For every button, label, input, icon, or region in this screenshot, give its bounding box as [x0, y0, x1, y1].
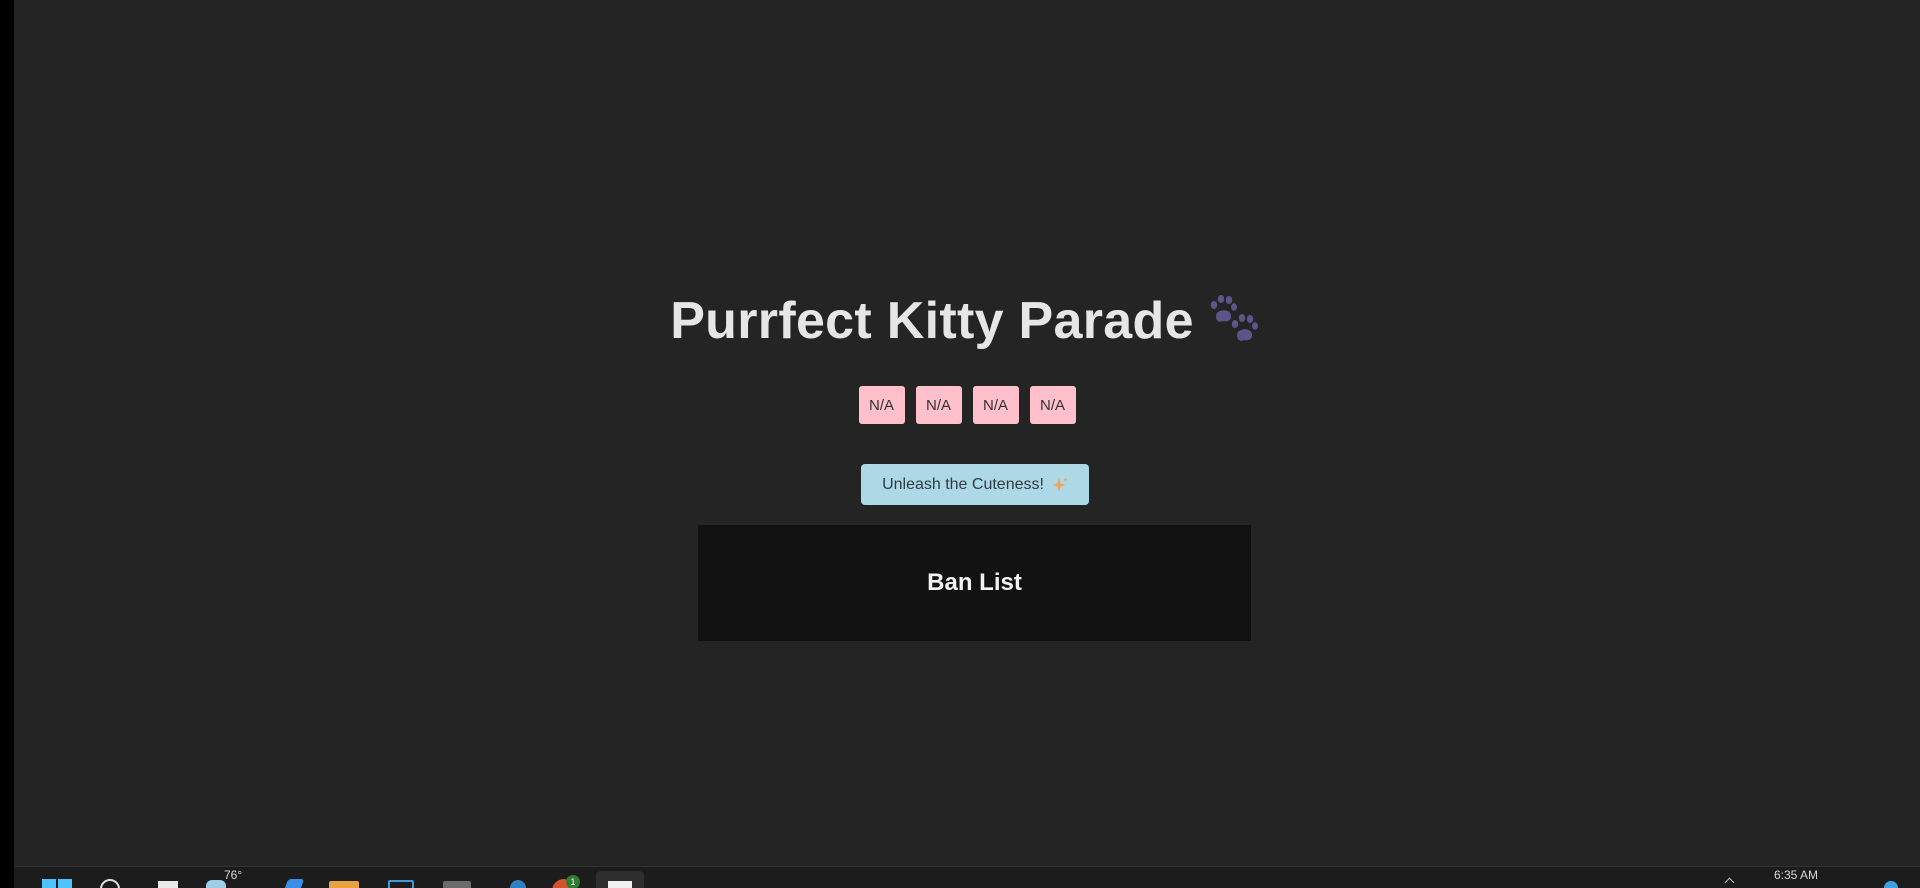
- terminal-icon[interactable]: [596, 871, 644, 888]
- file-explorer-icon[interactable]: [329, 881, 359, 888]
- ban-list-title: Ban List: [927, 569, 1022, 596]
- windows-start-icon[interactable]: [42, 879, 72, 888]
- remote-desktop-icon[interactable]: [388, 880, 414, 888]
- attribute-button[interactable]: N/A: [972, 386, 1019, 424]
- page-title: Purrfect Kitty Parade: [14, 288, 1920, 354]
- chevron-up-icon[interactable]: [1724, 877, 1735, 888]
- attribute-button[interactable]: N/A: [1029, 386, 1076, 424]
- paw-prints-icon: [1208, 294, 1264, 344]
- attribute-button[interactable]: N/A: [915, 386, 962, 424]
- clock[interactable]: 6:35 AM: [1774, 868, 1818, 882]
- notification-icon[interactable]: [1884, 881, 1898, 888]
- attribute-button[interactable]: N/A: [858, 386, 905, 424]
- sparkle-icon: [1051, 477, 1068, 493]
- app-icon[interactable]: [443, 881, 471, 888]
- screen: Purrfect Kitty Parade N/A N/A N/A N/A Un…: [0, 0, 1920, 888]
- browser-icon[interactable]: [283, 879, 305, 888]
- discover-button[interactable]: Unleash the Cuteness!: [861, 464, 1089, 505]
- weather-icon[interactable]: [206, 880, 226, 888]
- notification-badge: 1: [566, 875, 580, 888]
- attribute-list: N/A N/A N/A N/A: [14, 386, 1920, 424]
- edge-icon[interactable]: [510, 880, 526, 888]
- app-window: Purrfect Kitty Parade N/A N/A N/A N/A Un…: [14, 0, 1920, 866]
- search-icon[interactable]: [100, 879, 120, 888]
- discover-button-label: Unleash the Cuteness!: [882, 475, 1044, 493]
- page-title-text: Purrfect Kitty Parade: [670, 292, 1194, 350]
- taskbar: 76° 1 6:35 AM: [14, 866, 1920, 888]
- ban-list-panel: Ban List: [698, 525, 1251, 641]
- task-view-icon[interactable]: [158, 881, 178, 888]
- weather-temperature[interactable]: 76°: [224, 868, 242, 882]
